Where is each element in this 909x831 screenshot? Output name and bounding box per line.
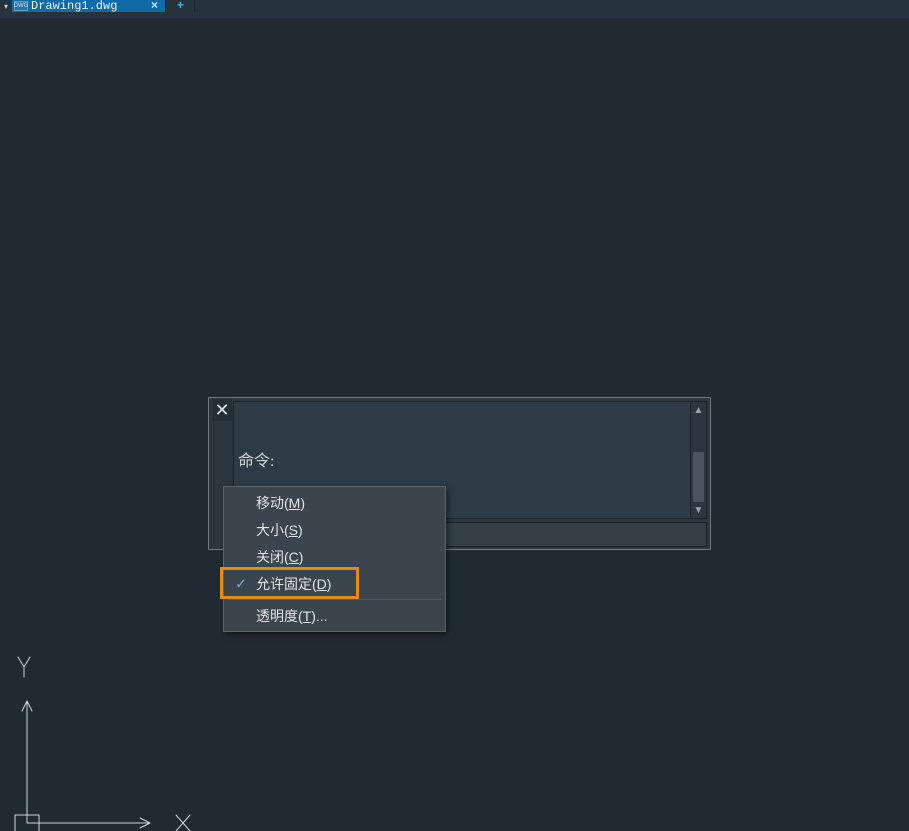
menu-item-move[interactable]: 移动(M) xyxy=(226,489,443,516)
panel-context-menu: 移动(M) 大小(S) 关闭(C) ✓ 允许固定(D) 透明度(T)... xyxy=(223,486,446,632)
scrollbar-thumb[interactable] xyxy=(693,452,704,502)
tab-drawing1[interactable]: DWG Drawing1.dwg × xyxy=(12,0,165,12)
new-tab-button[interactable]: + xyxy=(165,0,195,12)
scroll-down-arrow-icon[interactable]: ▼ xyxy=(691,502,706,518)
close-panel-button[interactable]: ✕ xyxy=(212,399,232,421)
tab-title: Drawing1.dwg xyxy=(31,0,117,12)
menu-label: 大小(S) xyxy=(256,520,303,540)
menu-item-allow-docking[interactable]: ✓ 允许固定(D) xyxy=(226,570,443,597)
menu-item-size[interactable]: 大小(S) xyxy=(226,516,443,543)
menu-label: 透明度(T)... xyxy=(256,606,328,626)
check-icon: ✓ xyxy=(232,575,250,592)
scroll-up-arrow-icon[interactable]: ▲ xyxy=(691,402,706,418)
close-tab-button[interactable]: × xyxy=(145,0,163,12)
tab-bar-strip xyxy=(0,12,909,18)
command-history-line: 命令: xyxy=(238,450,686,473)
dwg-file-icon: DWG xyxy=(14,1,28,11)
menu-label: 移动(M) xyxy=(256,493,305,513)
menu-item-transparency[interactable]: 透明度(T)... xyxy=(226,602,443,629)
menu-separator xyxy=(228,599,441,600)
tab-bar: ▾ DWG Drawing1.dwg × + xyxy=(0,0,909,12)
menu-label: 关闭(C) xyxy=(256,547,303,567)
drawing-gizmo xyxy=(0,651,260,831)
command-scrollbar[interactable]: ▲ ▼ xyxy=(690,402,706,518)
menu-label: 允许固定(D) xyxy=(256,574,331,594)
menu-item-close[interactable]: 关闭(C) xyxy=(226,543,443,570)
tab-list-dropdown[interactable]: ▾ xyxy=(0,0,12,12)
